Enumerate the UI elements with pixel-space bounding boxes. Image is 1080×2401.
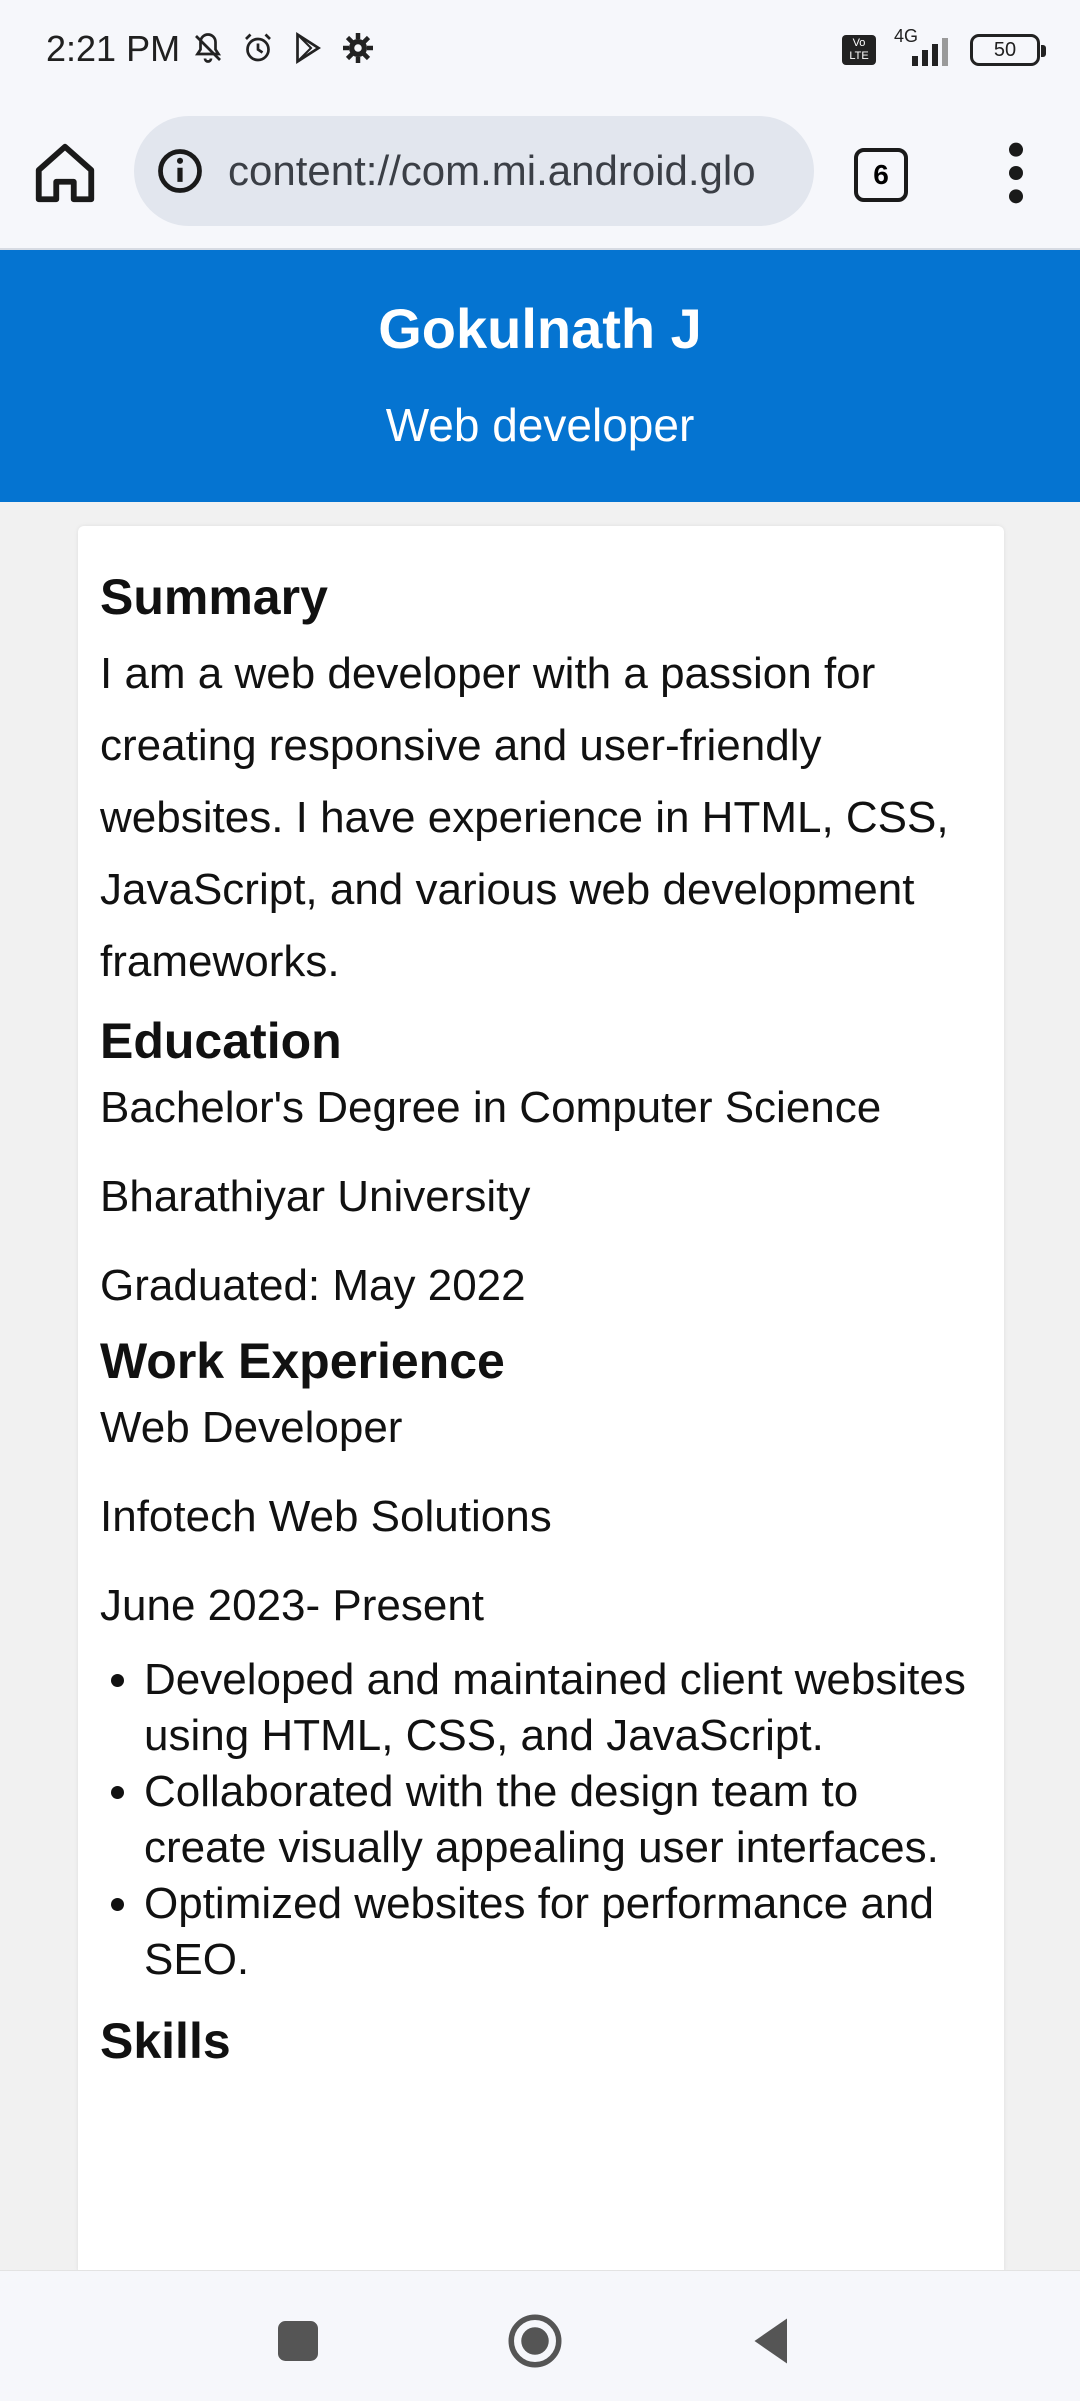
- education-graduated: Graduated: May 2022: [100, 1261, 526, 1310]
- alarm-icon: [245, 33, 271, 62]
- signal-icon: 4G: [890, 26, 956, 70]
- work-experience-heading: Work Experience: [100, 1333, 505, 1389]
- battery-icon: 50: [970, 34, 1046, 66]
- battery-level: 50: [993, 38, 1017, 61]
- resume-role: Web developer: [385, 399, 695, 451]
- work-dates: June 2023- Present: [100, 1581, 485, 1630]
- skills-heading: Skills: [100, 2013, 231, 2069]
- tab-switcher-button[interactable]: 6: [854, 148, 908, 202]
- education-degree: Bachelor's Degree in Computer Science: [100, 1083, 882, 1132]
- home-icon[interactable]: [30, 138, 100, 208]
- mute-bell-icon: [194, 33, 222, 63]
- home-circle-icon[interactable]: [505, 2311, 565, 2371]
- list-item: Optimized websites for performance and S…: [144, 1876, 982, 1988]
- address-bar[interactable]: content://com.mi.android.glo: [134, 116, 814, 226]
- list-item: Collaborated with the design team to cre…: [144, 1764, 982, 1876]
- resume-header: Gokulnath J Web developer: [0, 250, 1080, 502]
- recents-square-icon[interactable]: [268, 2311, 328, 2371]
- notification-icons: [190, 30, 376, 66]
- status-time: 2:21 PM: [46, 28, 181, 69]
- list-item: Developed and maintained client websites…: [144, 1652, 982, 1764]
- system-nav-bar: [0, 2270, 1080, 2401]
- status-bar: 2:21 PM Vo LTE 4G 50: [0, 0, 1080, 102]
- play-store-icon: [296, 32, 321, 64]
- resume-name: Gokulnath J: [378, 297, 702, 360]
- education-heading: Education: [100, 1013, 342, 1069]
- summary-text: I am a web developer with a passion for …: [100, 649, 949, 986]
- more-options-icon[interactable]: [996, 138, 1036, 208]
- work-title: Web Developer: [100, 1403, 403, 1452]
- browser-toolbar: content://com.mi.android.glo 6: [0, 102, 1080, 250]
- back-triangle-icon[interactable]: [742, 2311, 802, 2371]
- url-text[interactable]: content://com.mi.android.glo: [228, 147, 756, 195]
- resume-card: Summary I am a web developer with a pass…: [78, 526, 1004, 2276]
- summary-heading: Summary: [100, 569, 328, 625]
- work-company: Infotech Web Solutions: [100, 1492, 552, 1541]
- network-type: 4G: [894, 26, 919, 46]
- volte-icon: Vo LTE: [842, 35, 876, 65]
- site-info-icon[interactable]: [154, 145, 206, 197]
- resume-content: Summary I am a web developer with a pass…: [100, 568, 982, 2082]
- settings-gear-icon: [343, 33, 373, 63]
- system-icons: Vo LTE 4G 50: [842, 26, 1046, 70]
- education-university: Bharathiyar University: [100, 1172, 531, 1221]
- tab-count: 6: [873, 159, 889, 190]
- work-bullets: Developed and maintained client websites…: [100, 1652, 982, 1988]
